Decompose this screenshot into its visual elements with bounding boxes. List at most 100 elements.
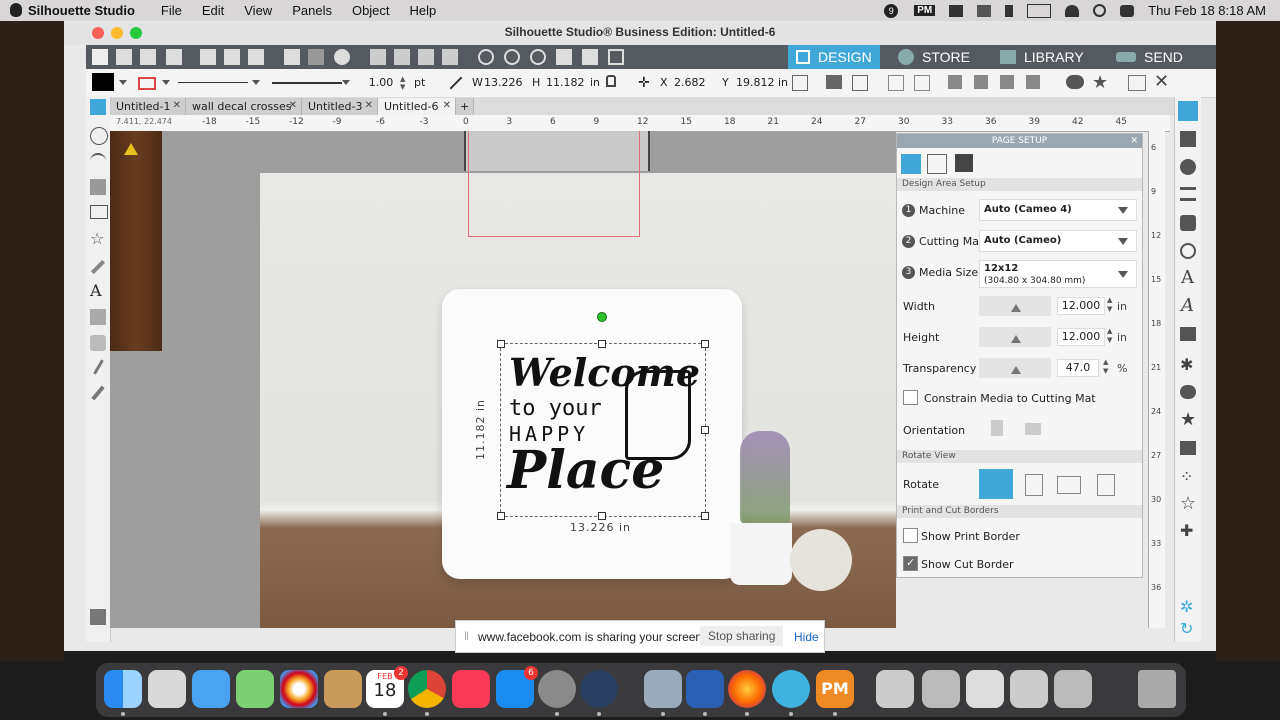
align-icon[interactable] bbox=[826, 75, 842, 89]
system-preferences-icon[interactable] bbox=[538, 670, 576, 708]
resize-handle[interactable] bbox=[598, 340, 606, 348]
line-width-input[interactable]: 1.00 bbox=[364, 76, 398, 90]
puzzle-icon[interactable]: ✚ bbox=[1180, 521, 1193, 540]
app-store-icon[interactable]: 6 bbox=[496, 666, 538, 708]
close-toolbar-icon[interactable]: ✕ bbox=[1154, 71, 1169, 92]
menu-app-name[interactable]: Silhouette Studio bbox=[28, 3, 135, 18]
x-input[interactable]: 2.682 bbox=[674, 76, 716, 89]
copy-icon[interactable] bbox=[224, 49, 240, 65]
menu-file[interactable]: File bbox=[161, 3, 182, 18]
knife-select-icon[interactable] bbox=[442, 49, 458, 65]
settings-gear-icon[interactable]: ✲ bbox=[1180, 597, 1193, 616]
zoom-out-icon[interactable] bbox=[504, 49, 520, 65]
tab-design[interactable]: DESIGN bbox=[788, 45, 880, 69]
menu-edit[interactable]: Edit bbox=[202, 3, 224, 18]
line-style-dropdown-icon[interactable] bbox=[252, 80, 260, 85]
rotate-handle[interactable] bbox=[597, 312, 607, 322]
trace-icon[interactable] bbox=[1180, 441, 1196, 455]
close-tab-icon[interactable]: ✕ bbox=[365, 100, 373, 111]
dots-icon[interactable]: ⁘ bbox=[1180, 467, 1193, 486]
recent-window-thumbnail[interactable] bbox=[966, 670, 1004, 708]
menu-panels[interactable]: Panels bbox=[292, 3, 332, 18]
firefox-icon[interactable] bbox=[728, 670, 766, 708]
drag-handle-icon[interactable]: ‖ bbox=[464, 629, 469, 643]
recent-window-thumbnail[interactable] bbox=[876, 670, 914, 708]
pixscan-icon[interactable] bbox=[1180, 131, 1196, 147]
color-palette-icon[interactable] bbox=[1180, 159, 1196, 175]
hide-button[interactable]: Hide bbox=[794, 630, 819, 644]
line-style-selector[interactable] bbox=[178, 82, 248, 83]
select-all-icon[interactable] bbox=[370, 49, 386, 65]
calendar-icon[interactable]: FEB 18 2 bbox=[366, 666, 408, 708]
zoom-box-icon[interactable] bbox=[530, 49, 546, 65]
undo-icon[interactable] bbox=[284, 49, 300, 65]
pencil-icon[interactable] bbox=[90, 259, 106, 275]
registration-tab-icon[interactable] bbox=[955, 154, 973, 172]
launchpad-icon[interactable] bbox=[148, 670, 186, 708]
replicate-panel-icon[interactable]: ✱ bbox=[1180, 355, 1193, 374]
transparency-icon[interactable] bbox=[1180, 243, 1196, 259]
fill-color-swatch[interactable] bbox=[92, 73, 114, 91]
transparency-slider[interactable] bbox=[979, 358, 1051, 378]
close-tab-icon[interactable]: ✕ bbox=[289, 100, 297, 111]
width-input[interactable]: 13.226 bbox=[484, 76, 526, 89]
group-icon[interactable] bbox=[888, 75, 904, 91]
refresh-panel-icon[interactable]: ↻ bbox=[1180, 619, 1193, 638]
apple-icon[interactable] bbox=[10, 3, 22, 17]
fit-page-icon[interactable] bbox=[608, 49, 624, 65]
line-pattern-dropdown-icon[interactable] bbox=[342, 80, 350, 85]
doc-tab-wall-decal-crosses[interactable]: wall decal crosses ✕ bbox=[186, 98, 302, 115]
line-draw-icon[interactable] bbox=[90, 179, 106, 195]
finder-icon[interactable] bbox=[104, 670, 142, 708]
pm-app-icon[interactable]: PM bbox=[816, 670, 854, 708]
line-style-icon[interactable] bbox=[1180, 187, 1196, 201]
silhouette-icon[interactable] bbox=[772, 670, 810, 708]
battery-icon[interactable] bbox=[1027, 3, 1052, 18]
slider-thumb-icon[interactable] bbox=[1011, 335, 1021, 343]
page-setup-panel-icon[interactable] bbox=[1178, 101, 1198, 121]
machine-dropdown[interactable]: Auto (Cameo 4) bbox=[979, 199, 1137, 221]
music-icon[interactable] bbox=[452, 670, 490, 708]
lock-aspect-icon[interactable] bbox=[606, 75, 616, 87]
star-shape-icon[interactable]: ☆ bbox=[90, 231, 106, 247]
width-input[interactable]: 12.000 bbox=[1057, 297, 1105, 315]
recent-window-thumbnail[interactable] bbox=[1010, 670, 1048, 708]
doc-tab-untitled-6[interactable]: Untitled-6 ✕ bbox=[378, 98, 456, 115]
resize-handle[interactable] bbox=[701, 426, 709, 434]
control-center-icon[interactable] bbox=[1120, 4, 1135, 17]
knife-icon[interactable] bbox=[93, 359, 104, 375]
height-stepper[interactable]: ▲ ▼ bbox=[1107, 327, 1112, 345]
preview-icon[interactable] bbox=[644, 670, 682, 708]
rectangle-icon[interactable] bbox=[90, 205, 108, 219]
save-icon[interactable] bbox=[140, 49, 156, 65]
arrange-front-icon[interactable] bbox=[1000, 75, 1014, 89]
y-input[interactable]: 19.812 bbox=[736, 76, 778, 89]
height-slider[interactable] bbox=[979, 327, 1051, 347]
ungroup-icon[interactable] bbox=[914, 75, 930, 91]
curve-icon[interactable] bbox=[90, 153, 106, 171]
open-folder-icon[interactable] bbox=[116, 49, 132, 65]
warning-icon[interactable] bbox=[124, 143, 138, 155]
outline-star-icon[interactable]: ☆ bbox=[1180, 493, 1196, 514]
tab-store[interactable]: STORE bbox=[898, 45, 992, 69]
height-input[interactable]: 11.182 bbox=[546, 76, 588, 89]
menu-object[interactable]: Object bbox=[352, 3, 390, 18]
stop-sharing-button[interactable]: Stop sharing bbox=[700, 626, 784, 646]
selected-design[interactable]: Welcome to your HAPPY Place bbox=[497, 312, 709, 520]
doc-tab-untitled-1[interactable]: Untitled-1 ✕ bbox=[110, 98, 186, 115]
fill-panel-icon[interactable] bbox=[1180, 215, 1196, 231]
center-icon[interactable] bbox=[852, 75, 868, 91]
slider-thumb-icon[interactable] bbox=[1011, 366, 1021, 374]
align-panel-icon[interactable] bbox=[1180, 327, 1196, 341]
slider-thumb-icon[interactable] bbox=[1011, 304, 1021, 312]
new-tab-button[interactable]: + bbox=[456, 98, 474, 115]
photos-icon[interactable] bbox=[280, 670, 318, 708]
close-tab-icon[interactable]: ✕ bbox=[443, 100, 451, 111]
replicate-icon[interactable] bbox=[948, 75, 962, 89]
clock[interactable]: Thu Feb 18 8:18 AM bbox=[1148, 3, 1266, 18]
resize-handle[interactable] bbox=[497, 340, 505, 348]
page-setup-tab-icon[interactable] bbox=[901, 154, 921, 174]
deselect-icon[interactable] bbox=[394, 49, 410, 65]
mail-icon[interactable] bbox=[192, 670, 230, 708]
new-file-icon[interactable] bbox=[92, 49, 108, 65]
